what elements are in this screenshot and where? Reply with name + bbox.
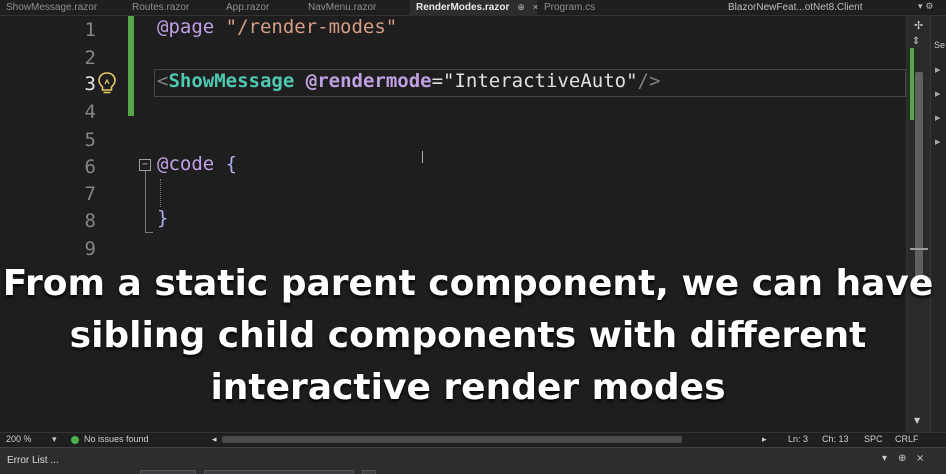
code-line-1[interactable]: @page "/render-modes": [157, 16, 397, 44]
tree-caret-icon[interactable]: ▶: [935, 138, 940, 146]
tab-label: RenderModes.razor: [416, 2, 510, 13]
column-indicator[interactable]: Ch: 13: [822, 433, 849, 446]
scrollbar-change-marker: [910, 48, 914, 120]
collapse-toggle-icon[interactable]: −: [139, 159, 151, 171]
panel-title[interactable]: Error List ...: [7, 455, 59, 466]
code-line-6[interactable]: @code {: [157, 153, 237, 181]
code-line-3[interactable]: <ShowMessage @rendermode="InteractiveAut…: [157, 70, 660, 98]
whitespace-indicator[interactable]: SPC: [864, 433, 883, 446]
lightbulb-icon[interactable]: [96, 70, 118, 96]
tab-app[interactable]: App.razor: [226, 0, 269, 16]
tab-label: ShowMessage.razor: [6, 2, 98, 13]
fold-guide-end: [145, 232, 153, 233]
toolbar-control[interactable]: [140, 470, 196, 474]
tab-label: Routes.razor: [132, 2, 190, 13]
tag-self-close: />: [637, 70, 661, 92]
tab-label: NavMenu.razor: [308, 2, 377, 13]
issues-status[interactable]: No issues found: [84, 433, 149, 446]
tab-rendermodes[interactable]: RenderModes.razor ⊕ ×: [410, 0, 538, 16]
tree-caret-icon[interactable]: ▶: [935, 114, 940, 122]
fold-guide: [145, 171, 146, 233]
line-number-current: 3: [84, 73, 96, 95]
close-icon[interactable]: ×: [533, 2, 538, 12]
tab-label: App.razor: [226, 2, 270, 13]
error-list-panel[interactable]: Error List ... ▾ ⊕ ×: [0, 447, 946, 474]
scroll-left-icon[interactable]: ◂: [212, 433, 217, 446]
pin-icon[interactable]: ⊕: [898, 453, 906, 464]
panel-label: Se: [934, 40, 946, 50]
code-directive: @code: [157, 153, 215, 175]
open-brace: {: [225, 153, 238, 175]
route-string: "/render-modes": [225, 16, 398, 38]
close-brace: }: [157, 207, 169, 229]
dropdown-icon[interactable]: ▾: [882, 453, 887, 464]
toolbar-control[interactable]: [362, 470, 376, 474]
horizontal-scrollbar[interactable]: [222, 436, 682, 443]
line-number: 4: [84, 101, 96, 123]
zoom-level[interactable]: 200 %: [6, 433, 32, 446]
scroll-down-icon[interactable]: ▼: [914, 416, 920, 425]
indent-guide: [160, 179, 161, 207]
split-icon[interactable]: ⇕: [912, 36, 920, 47]
line-number: 8: [84, 210, 96, 232]
caption-line: From a static parent component, we can h…: [2, 263, 934, 304]
equals-sign: =: [431, 70, 444, 92]
caption-line: sibling child components with different: [69, 315, 867, 356]
scrollbar-thumb[interactable]: [915, 72, 923, 288]
component-name: ShowMessage: [168, 70, 295, 92]
tab-showmessage[interactable]: ShowMessage.razor: [6, 0, 97, 16]
video-caption: From a static parent component, we can h…: [0, 258, 936, 414]
check-icon: [71, 436, 79, 444]
line-indicator[interactable]: Ln: 3: [788, 433, 808, 446]
close-icon[interactable]: ×: [916, 453, 924, 464]
tree-caret-icon[interactable]: ▶: [935, 66, 940, 74]
rendermode-value: "InteractiveAuto": [443, 70, 638, 92]
change-indicator: [128, 16, 134, 116]
line-number: 2: [84, 47, 96, 69]
page-directive: @page: [157, 16, 215, 38]
tree-caret-icon[interactable]: ▶: [935, 90, 940, 98]
line-number: 1: [84, 19, 96, 41]
tab-options-icon[interactable]: ▾ ⚙: [918, 0, 933, 15]
line-number: 6: [84, 156, 96, 178]
tab-routes[interactable]: Routes.razor: [132, 0, 189, 16]
tab-program[interactable]: Program.cs: [544, 0, 595, 16]
line-ending-indicator[interactable]: CRLF: [895, 433, 919, 446]
toolbar-control[interactable]: [204, 470, 354, 474]
mouse-cursor-icon: [422, 151, 423, 163]
line-number: 5: [84, 129, 96, 151]
line-number: 7: [84, 183, 96, 205]
rendermode-attribute: @rendermode: [305, 70, 432, 92]
tab-bar: ShowMessage.razor Routes.razor App.razor…: [0, 0, 946, 16]
caption-line: interactive render modes: [210, 367, 726, 408]
scrollbar-caret-marker: [910, 248, 928, 250]
tab-label: Program.cs: [544, 2, 596, 13]
scroll-right-icon[interactable]: ▸: [762, 433, 767, 446]
tag-open-bracket: <: [157, 70, 169, 92]
expand-icon[interactable]: ✢: [914, 19, 923, 32]
editor-status-bar: 200 % ▾ No issues found ◂ ▸ Ln: 3 Ch: 13…: [0, 432, 946, 446]
pin-icon[interactable]: ⊕: [517, 2, 525, 12]
code-line-8[interactable]: }: [157, 207, 168, 235]
zoom-dropdown-icon[interactable]: ▾: [52, 433, 57, 446]
project-selector[interactable]: BlazorNewFeat...otNet8.Client: [728, 0, 863, 15]
tab-navmenu[interactable]: NavMenu.razor: [308, 0, 376, 16]
